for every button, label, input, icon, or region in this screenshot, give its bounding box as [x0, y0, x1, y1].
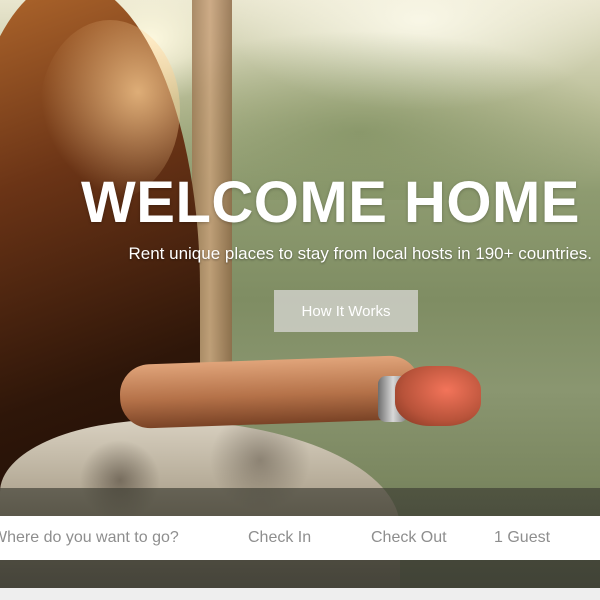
destination-search-input[interactable]: Where do you want to go? [0, 516, 192, 560]
page-bottom-strip [0, 588, 600, 600]
search-bar: Where do you want to go? Check In Check … [0, 516, 600, 560]
check-out-date-field[interactable]: Check Out [371, 516, 471, 560]
hero-headline: WELCOME HOME [81, 170, 580, 235]
check-in-date-field[interactable]: Check In [248, 516, 338, 560]
hero-person-arm [118, 354, 422, 430]
how-it-works-button[interactable]: How It Works [274, 290, 418, 332]
guests-select[interactable]: 1 Guest [494, 516, 594, 560]
hero-subheadline: Rent unique places to stay from local ho… [128, 244, 592, 263]
hero-person-hand [395, 366, 481, 426]
